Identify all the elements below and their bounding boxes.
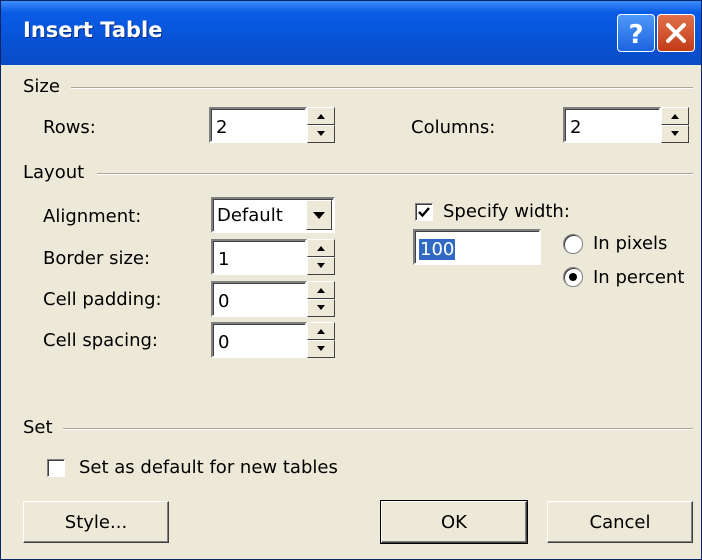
size-group-line — [71, 87, 693, 89]
set-group-line — [63, 428, 693, 430]
width-field[interactable]: 100 — [413, 229, 541, 265]
arrow-up-icon — [317, 246, 325, 251]
border-spin-up[interactable] — [307, 239, 335, 257]
in-pixels-radio[interactable] — [563, 234, 583, 254]
border-size-field[interactable]: 1 — [211, 239, 307, 275]
cell-padding-field[interactable]: 0 — [211, 281, 307, 317]
close-icon — [666, 23, 686, 43]
close-button[interactable] — [657, 14, 695, 52]
alignment-select[interactable]: Default — [211, 197, 335, 233]
layout-group-label: Layout — [23, 162, 85, 183]
arrow-down-icon — [317, 131, 325, 136]
style-button[interactable]: Style... — [23, 501, 169, 543]
dialog-title: Insert Table — [23, 18, 163, 42]
svg-text:?: ? — [628, 20, 643, 50]
insert-table-dialog: Insert Table ? Size Rows: 2 Columns: 2 L… — [0, 0, 702, 560]
arrow-down-icon — [317, 305, 325, 310]
columns-spin-down[interactable] — [661, 125, 689, 143]
cell-padding-spinner[interactable] — [307, 281, 335, 317]
in-percent-label: In percent — [593, 267, 685, 288]
border-spin-down[interactable] — [307, 257, 335, 275]
arrow-up-icon — [671, 114, 679, 119]
columns-spin-up[interactable] — [661, 107, 689, 125]
checkmark-icon — [418, 207, 430, 218]
cell-padding-label: Cell padding: — [43, 289, 162, 310]
size-group-label: Size — [23, 76, 60, 97]
cell-spacing-field[interactable]: 0 — [211, 322, 307, 358]
alignment-dropdown-button[interactable] — [306, 200, 332, 230]
alignment-value: Default — [217, 205, 283, 226]
chevron-down-icon — [313, 212, 325, 219]
rows-spinner[interactable] — [307, 107, 335, 143]
cancel-button[interactable]: Cancel — [547, 501, 693, 543]
columns-spinner[interactable] — [661, 107, 689, 143]
set-default-checkbox[interactable] — [47, 459, 65, 477]
layout-group-line — [97, 173, 693, 175]
in-percent-radio[interactable] — [563, 267, 583, 287]
columns-field[interactable]: 2 — [563, 107, 661, 143]
arrow-down-icon — [671, 131, 679, 136]
radio-dot-icon — [569, 273, 577, 281]
arrow-up-icon — [317, 329, 325, 334]
arrow-down-icon — [317, 263, 325, 268]
specify-width-label: Specify width: — [443, 201, 570, 222]
rows-field[interactable]: 2 — [209, 107, 307, 143]
spacing-spin-down[interactable] — [307, 340, 335, 358]
rows-spin-up[interactable] — [307, 107, 335, 125]
border-size-spinner[interactable] — [307, 239, 335, 275]
padding-spin-up[interactable] — [307, 281, 335, 299]
help-button[interactable]: ? — [617, 14, 655, 52]
ok-button[interactable]: OK — [380, 500, 528, 544]
spacing-spin-up[interactable] — [307, 322, 335, 340]
specify-width-checkbox[interactable] — [415, 203, 433, 221]
arrow-up-icon — [317, 114, 325, 119]
set-group-label: Set — [23, 417, 53, 438]
title-bar[interactable]: Insert Table ? — [1, 1, 701, 65]
help-icon: ? — [628, 20, 643, 50]
arrow-down-icon — [317, 346, 325, 351]
cell-spacing-label: Cell spacing: — [43, 330, 158, 351]
in-pixels-label: In pixels — [593, 233, 668, 254]
cell-spacing-spinner[interactable] — [307, 322, 335, 358]
columns-label: Columns: — [411, 117, 496, 138]
alignment-label: Alignment: — [43, 206, 142, 227]
arrow-up-icon — [317, 288, 325, 293]
set-default-label: Set as default for new tables — [79, 457, 338, 478]
border-size-label: Border size: — [43, 248, 151, 269]
rows-label: Rows: — [43, 117, 96, 138]
padding-spin-down[interactable] — [307, 299, 335, 317]
width-value: 100 — [419, 239, 456, 260]
rows-spin-down[interactable] — [307, 125, 335, 143]
